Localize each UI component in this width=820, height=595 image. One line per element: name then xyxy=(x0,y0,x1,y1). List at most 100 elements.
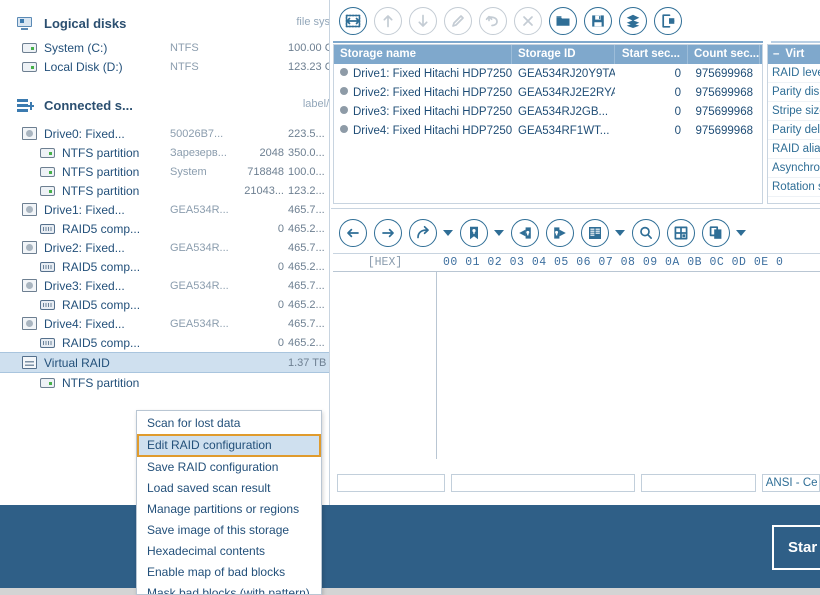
group-columns: file system total size xyxy=(126,16,329,30)
property-row[interactable]: Parity del xyxy=(768,121,820,140)
toolbar-divider xyxy=(333,41,763,43)
storage-table[interactable]: Storage name Storage ID Start sec... Cou… xyxy=(333,44,763,204)
column-header-start-sector[interactable]: Start sec... xyxy=(615,45,688,64)
bookmark-next-icon xyxy=(552,225,568,241)
context-menu-item[interactable]: Enable map of bad blocks xyxy=(137,562,321,583)
property-row[interactable]: RAID alias xyxy=(768,140,820,159)
start-button[interactable]: Star xyxy=(772,525,820,570)
hdd-icon xyxy=(18,42,40,53)
search-magnifier-button[interactable] xyxy=(632,219,660,247)
arrow-down-icon xyxy=(415,13,431,29)
arrow-left-button[interactable] xyxy=(339,219,367,247)
hex-body[interactable] xyxy=(333,272,820,459)
tree-item[interactable]: RAID5 comp... 0 465.2... xyxy=(0,333,329,352)
tree-item-label: Drive3: Fixed... xyxy=(44,278,125,293)
group-header-connected-storages[interactable]: Connected s... label/ID start... total..… xyxy=(0,90,329,120)
tree-item[interactable]: Drive2: Fixed... GEA534R... 465.7... xyxy=(0,238,329,257)
table-row[interactable]: Drive4: Fixed Hitachi HDP7250... GEA534RF… xyxy=(334,121,762,140)
context-menu-item[interactable]: Manage partitions or regions xyxy=(137,499,321,520)
bookmark-button[interactable] xyxy=(460,219,488,247)
hex-viewer[interactable]: [HEX] 00 01 02 03 04 05 06 07 08 09 0A 0… xyxy=(333,253,820,459)
tree-item[interactable]: NTFS partition Зарезерв... 2048 350.0... xyxy=(0,143,329,162)
context-menu-item[interactable]: Load saved scan result xyxy=(137,478,321,499)
copy-pages-icon xyxy=(708,225,724,241)
chevron-down-icon[interactable] xyxy=(443,230,453,236)
application-window: Logical disks file system total size Sys… xyxy=(0,0,820,595)
layers-button[interactable] xyxy=(619,7,647,35)
context-menu-item[interactable]: Save RAID configuration xyxy=(137,457,321,478)
tree-item[interactable]: RAID5 comp... 0 465.2... xyxy=(0,219,329,238)
tree-item[interactable]: RAID5 comp... 0 465.2... xyxy=(0,257,329,276)
column-header-storage-id[interactable]: Storage ID xyxy=(512,45,615,64)
chevron-down-icon[interactable] xyxy=(615,230,625,236)
bookmark-next-button[interactable] xyxy=(546,219,574,247)
tree-item[interactable]: Drive1: Fixed... GEA534R... 465.7... xyxy=(0,200,329,219)
property-row[interactable]: Parity dis xyxy=(768,83,820,102)
close-x-button xyxy=(514,7,542,35)
close-x-icon xyxy=(520,13,536,29)
table-row[interactable]: Drive2: Fixed Hitachi HDP7250... GEA534RJ… xyxy=(334,83,762,102)
stack-icon xyxy=(12,98,36,112)
group-header-logical-disks[interactable]: Logical disks file system total size xyxy=(0,8,329,38)
table-row[interactable]: Drive3: Fixed Hitachi HDP7250... GEA534RJ… xyxy=(334,102,762,121)
tree-item-size: 100.00 GB xyxy=(288,41,329,54)
bookmark-prev-icon xyxy=(517,225,533,241)
property-row[interactable]: Rotation s xyxy=(768,178,820,197)
chevron-down-icon[interactable] xyxy=(736,230,746,236)
bookmark-prev-button[interactable] xyxy=(511,219,539,247)
status-field-3[interactable] xyxy=(641,474,756,492)
collapse-icon[interactable]: – xyxy=(773,45,779,64)
hex-data-area[interactable] xyxy=(437,272,820,459)
tree-item[interactable]: NTFS partition 21043... 123.2... xyxy=(0,181,329,200)
properties-header[interactable]: – Virt xyxy=(768,45,820,64)
context-menu[interactable]: Scan for lost data Edit RAID configuratio… xyxy=(136,410,322,595)
tree-item[interactable]: Drive3: Fixed... GEA534R... 465.7... xyxy=(0,276,329,295)
folder-open-button[interactable] xyxy=(549,7,577,35)
tree-item[interactable]: NTFS partition System 718848 100.0... xyxy=(0,162,329,181)
hex-toolbar[interactable] xyxy=(331,212,820,254)
property-row[interactable]: Asynchro xyxy=(768,159,820,178)
column-header-count-sector[interactable]: Count sec... xyxy=(688,45,760,64)
table-row[interactable]: Drive1: Fixed Hitachi HDP7250... GEA534RJ… xyxy=(334,64,762,83)
chevron-down-icon[interactable] xyxy=(494,230,504,236)
column-header-storage-name[interactable]: Storage name xyxy=(334,45,512,64)
context-menu-item[interactable]: Scan for lost data xyxy=(137,413,321,434)
context-menu-item[interactable]: Mask bad blocks (with pattern) xyxy=(137,583,321,594)
tree-item-local-disk-d[interactable]: Local Disk (D:) NTFS 123.23 GB xyxy=(0,57,329,76)
list-template-button[interactable] xyxy=(581,219,609,247)
context-menu-item[interactable]: Edit RAID configuration xyxy=(137,434,321,457)
cell-start-sector: 0 xyxy=(674,105,681,118)
status-encoding-field[interactable]: ANSI - Ce xyxy=(761,474,820,492)
export-exit-icon xyxy=(660,13,676,29)
raid-properties-panel[interactable]: – Virt RAID leveParity disStripe sizePar… xyxy=(767,44,820,204)
tree-item-virtual-raid[interactable]: Virtual RAID 1.37 TB xyxy=(0,352,329,373)
tree-item[interactable]: Drive4: Fixed... GEA534R... 465.7... xyxy=(0,314,329,333)
tree-item[interactable]: RAID5 comp... 0 465.2... xyxy=(0,295,329,314)
floppy-save-button[interactable] xyxy=(584,7,612,35)
grid-view-button[interactable] xyxy=(667,219,695,247)
tree-item-size: 465.2... xyxy=(288,260,325,273)
raid-toolbar[interactable] xyxy=(331,0,820,42)
export-exit-button[interactable] xyxy=(654,7,682,35)
arrow-right-button[interactable] xyxy=(374,219,402,247)
status-field-1[interactable] xyxy=(337,474,446,492)
properties-title: Virt xyxy=(785,48,805,60)
tree-item[interactable]: Drive0: Fixed... 50026B7... 223.5... xyxy=(0,124,329,143)
property-row[interactable]: Stripe size xyxy=(768,102,820,121)
hex-column-header: [HEX] 00 01 02 03 04 05 06 07 08 09 0A 0… xyxy=(333,254,820,272)
tree-item-system-c[interactable]: System (C:) NTFS 100.00 GB xyxy=(0,38,329,57)
tree-item-id: GEA534R... xyxy=(170,241,229,254)
tree-item-label: NTFS partition xyxy=(62,164,140,179)
hex-mode-label: [HEX] xyxy=(367,256,403,269)
context-menu-item[interactable]: Save image of this storage xyxy=(137,520,321,541)
status-field-2[interactable] xyxy=(451,474,636,492)
monitor-icon xyxy=(12,16,36,30)
resize-span-button[interactable] xyxy=(339,7,367,35)
floppy-save-icon xyxy=(590,13,606,29)
tree-item[interactable]: NTFS partition xyxy=(0,373,329,392)
context-menu-item[interactable]: Hexadecimal contents xyxy=(137,541,321,562)
copy-pages-button[interactable] xyxy=(702,219,730,247)
goto-arrow-button[interactable] xyxy=(409,219,437,247)
property-row[interactable]: RAID leve xyxy=(768,64,820,83)
